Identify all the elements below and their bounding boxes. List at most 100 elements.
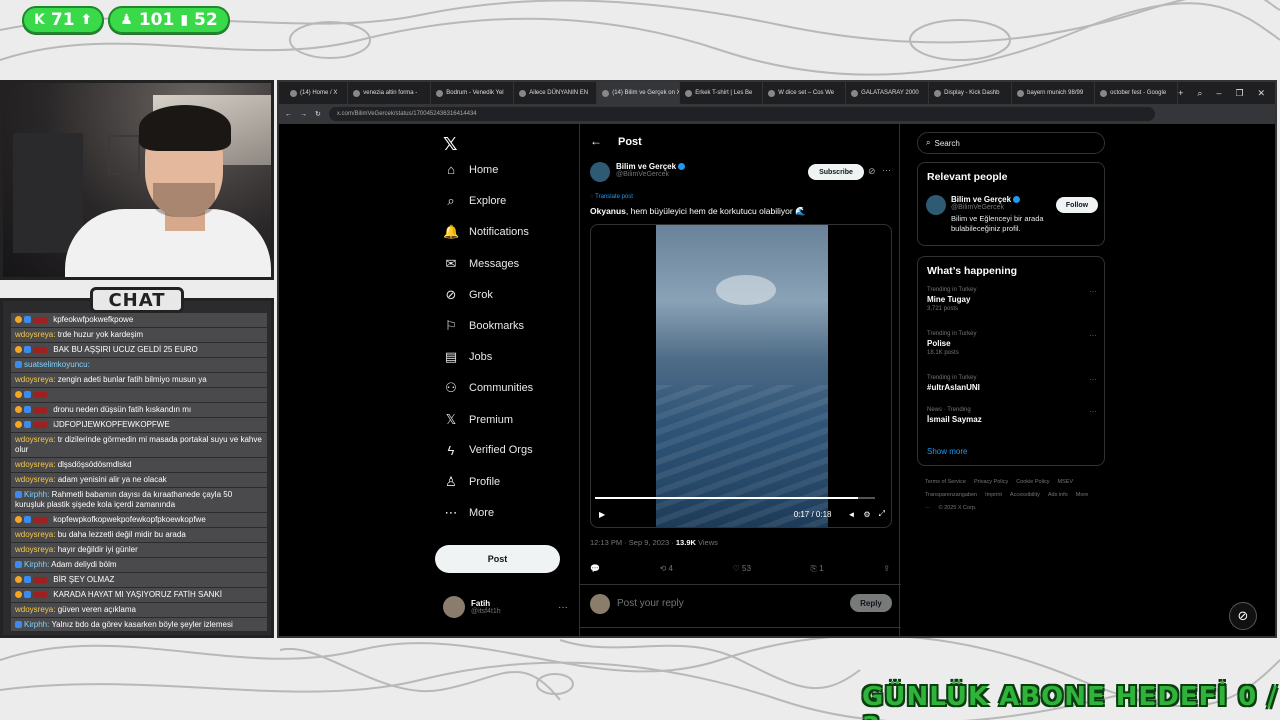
grok-chat-icon[interactable]: ⊘ <box>1229 602 1257 630</box>
post-meta: 12:13 PM · Sep 9, 2023 · 13.9K Views <box>590 538 718 547</box>
nav-item-explore[interactable]: ⌕ Explore <box>443 193 506 209</box>
browser-tab[interactable]: venezia altin forma - <box>348 82 432 104</box>
reply-composer: Post your reply Reply <box>580 584 901 628</box>
nav-item-profile[interactable]: ♙ Profile <box>443 474 500 490</box>
fullscreen-icon[interactable]: ⤢ <box>879 509 885 519</box>
volume-icon[interactable]: ◄ <box>848 510 856 519</box>
grok-icon[interactable]: ⊘ <box>868 166 876 177</box>
footer-link[interactable]: Ads info <box>1048 492 1068 498</box>
new-tab-icon[interactable]: + <box>1178 88 1183 99</box>
badge-icon <box>24 406 31 414</box>
favicon-icon <box>1100 89 1108 97</box>
search-tabs-icon[interactable]: ⌕ <box>1197 88 1202 99</box>
favicon-icon <box>353 89 361 97</box>
badge-icon <box>15 491 22 499</box>
relevant-person[interactable]: Bilim ve Gerçek @BilimVeGercek Bilim ve … <box>926 195 1061 234</box>
back-arrow-icon[interactable]: ← <box>590 134 602 148</box>
nav-item-home[interactable]: ⌂ Home <box>443 162 498 177</box>
footer-link[interactable]: Terms of Service <box>925 479 966 485</box>
reply-button[interactable]: Reply <box>850 594 892 612</box>
browser-tab[interactable]: bayern munich 98/99 <box>1012 82 1096 104</box>
play-icon[interactable]: ▶ <box>599 510 605 519</box>
subscribe-button[interactable]: Subscribe <box>808 164 864 180</box>
account-name: Fatih <box>471 599 491 608</box>
chat-username: wdoysreya: <box>15 545 56 554</box>
people-icon: ⚇ <box>445 380 457 396</box>
more-dots-icon[interactable]: ··· <box>558 602 568 613</box>
back-icon[interactable]: ← <box>285 111 292 118</box>
search-input[interactable]: ⌕ Search <box>917 132 1105 154</box>
nav-item-label: Explore <box>469 195 507 208</box>
post-author[interactable]: Bilim ve Gerçek @BilimVeGercek <box>590 162 686 182</box>
x-logo-icon[interactable]: 𝕏 <box>443 134 458 155</box>
close-icon[interactable]: ✕ <box>1258 88 1266 99</box>
browser-tab[interactable]: Ailece DÜNYANIN EN <box>514 82 598 104</box>
browser-tab[interactable]: W dice set – Cos We <box>763 82 847 104</box>
bookmark-icon: ⚐ <box>445 318 457 333</box>
follow-button[interactable]: Follow <box>1056 197 1098 213</box>
viewers-count: 52 <box>194 10 218 30</box>
nav-item-verified-orgs[interactable]: ϟ Verified Orgs <box>443 443 533 458</box>
trend-posts: 3,721 posts <box>927 306 959 312</box>
more-dots-icon[interactable]: ··· <box>1089 407 1097 416</box>
browser-tab[interactable]: october fest - Google <box>1095 82 1179 104</box>
account-switcher[interactable]: Fatih @itsf4t1h <box>443 596 501 618</box>
browser-tab[interactable]: Bodrum - Venedik Yel <box>431 82 515 104</box>
chat-text: zengin adeti bunlar fatih bilmiyo musun … <box>57 375 207 384</box>
nav-item-messages[interactable]: ✉ Messages <box>443 256 520 272</box>
repost-button[interactable]: ⟲ 4 <box>660 564 673 574</box>
footer-link[interactable]: Imprint <box>985 492 1002 498</box>
browser-tab[interactable]: (14) Bilim ve Gerçek on X <box>597 82 681 104</box>
video-progress-bar[interactable] <box>595 497 875 499</box>
post-column: ← Post Bilim ve Gerçek @BilimVeGercek Su… <box>579 124 901 636</box>
stream-stats: K 71 ⬆ ♟ 101 ▮ 52 <box>22 6 230 34</box>
trend-posts: 18.1K posts <box>927 350 959 356</box>
footer-link[interactable]: Privacy Policy <box>974 479 1008 485</box>
like-button[interactable]: ♡ 53 <box>733 564 751 574</box>
translate-link[interactable]: ◌ Translate post <box>590 194 633 200</box>
reply-icon[interactable]: 💬 <box>590 564 600 574</box>
chat-text: BİR ŞEY OLMAZ <box>53 575 115 584</box>
footer-link[interactable]: Cookie Policy <box>1016 479 1049 485</box>
browser-tab[interactable]: Erkek T-shirt | Les Be <box>680 82 764 104</box>
nav-item-bookmarks[interactable]: ⚐ Bookmarks <box>443 318 524 334</box>
more-dots-icon[interactable]: ··· <box>1089 331 1097 340</box>
nav-item-more[interactable]: ⋯ More <box>443 505 495 521</box>
settings-icon[interactable]: ⚙ <box>863 510 870 519</box>
relevant-people-box: Relevant people Bilim ve Gerçek @BilimVe… <box>917 162 1105 246</box>
forward-icon[interactable]: → <box>300 111 307 118</box>
browser-tab[interactable]: Display - Kick Dashb <box>929 82 1013 104</box>
address-bar[interactable]: x.com/BilimVeGercek/status/1700452436316… <box>328 107 1155 121</box>
redacted-name <box>33 421 47 428</box>
nav-item-communities[interactable]: ⚇ Communities <box>443 380 533 396</box>
nav-item-jobs[interactable]: ▤ Jobs <box>443 349 492 365</box>
reply-input[interactable]: Post your reply <box>617 598 684 609</box>
footer-link[interactable]: Accessibility <box>1010 492 1040 498</box>
footer-link[interactable]: © 2025 X Corp. <box>939 505 977 511</box>
author-handle: @BilimVeGercek <box>616 171 670 178</box>
briefcase-icon: ▤ <box>444 349 458 365</box>
browser-tab[interactable]: (14) Home / X <box>285 82 349 104</box>
trend-item[interactable]: Trending in Turkey Polise 18.1K posts ··· <box>927 331 1097 356</box>
share-icon[interactable]: ⇪ <box>883 564 890 574</box>
more-dots-icon[interactable]: ··· <box>1089 287 1097 296</box>
post-button[interactable]: Post <box>435 545 560 573</box>
more-dots-icon[interactable]: ··· <box>1089 375 1097 384</box>
video-player[interactable]: ▶ 0:17 / 0:18 ◄ ⚙ ⤢ <box>590 224 892 528</box>
nav-item-premium[interactable]: 𝕏 Premium <box>443 412 513 428</box>
reload-icon[interactable]: ↻ <box>315 110 321 118</box>
nav-item-grok[interactable]: ⊘ Grok <box>443 287 493 303</box>
trend-item[interactable]: News · Trending İsmail Saymaz ··· <box>927 407 1097 426</box>
more-circle-icon: ⋯ <box>444 505 458 521</box>
browser-tab[interactable]: GALATASARAY 2000 <box>846 82 930 104</box>
chat-text: iJDFOPIJEWKOPFEWKOPFWE <box>53 420 170 429</box>
favicon-icon <box>851 89 859 97</box>
minimize-icon[interactable]: – <box>1216 88 1221 99</box>
trend-item[interactable]: Trending in Turkey Mine Tugay 3,721 posts ·… <box>927 287 1097 312</box>
show-more-link[interactable]: Show more <box>927 447 967 456</box>
bookmark-button[interactable]: ⎘ 1 <box>811 564 824 574</box>
more-dots-icon[interactable]: ··· <box>882 165 891 175</box>
restore-icon[interactable]: ❐ <box>1235 88 1243 99</box>
nav-item-notifications[interactable]: 🔔 Notifications <box>443 224 529 240</box>
trend-item[interactable]: Trending in Turkey #ultrAslanUNI ··· <box>927 375 1097 394</box>
